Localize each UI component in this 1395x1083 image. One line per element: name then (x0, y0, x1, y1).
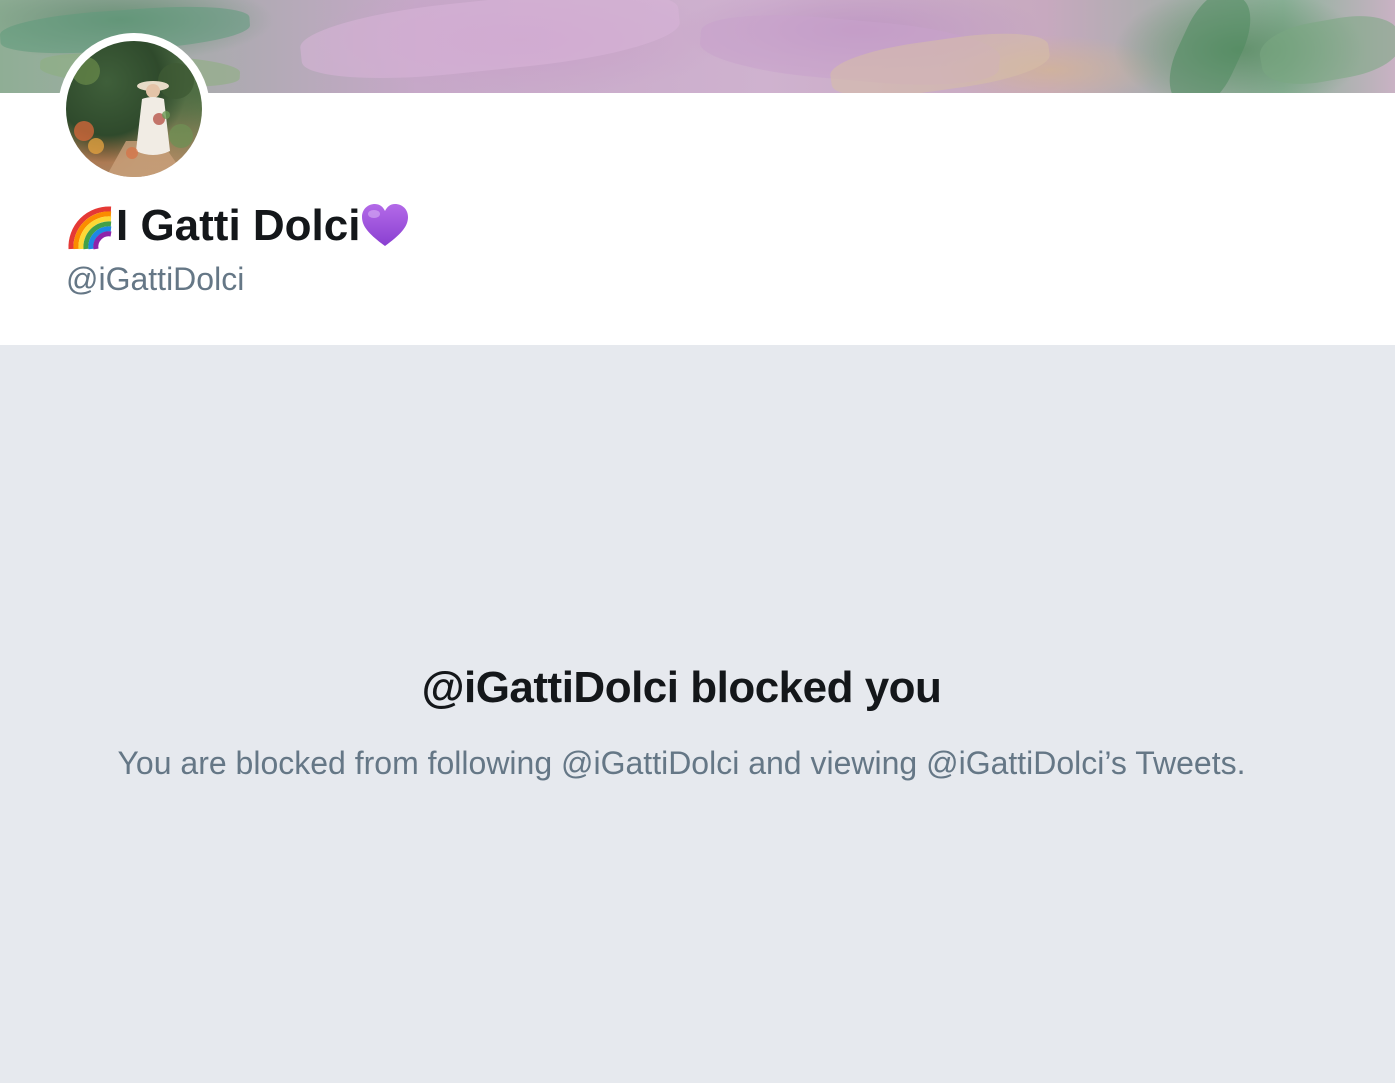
purple-heart-icon (360, 201, 410, 251)
avatar-painting (72, 57, 194, 177)
blocked-description: You are blocked from following @iGattiDo… (117, 745, 1246, 781)
avatar-image (66, 41, 202, 177)
header-banner-image[interactable] (0, 0, 1395, 93)
display-name-text: I Gatti Dolci (116, 201, 361, 250)
rainbow-icon (66, 201, 116, 251)
profile-display-name: I Gatti Dolci (66, 200, 410, 252)
banner-paint-stroke (1157, 0, 1263, 93)
avatar[interactable] (58, 33, 210, 185)
profile-handle: @iGattiDolci (66, 261, 245, 297)
blocked-title: @iGattiDolci blocked you (421, 663, 942, 712)
banner-paint-stroke (1255, 8, 1395, 92)
blocked-notice-panel: @iGattiDolci blocked you You are blocked… (0, 345, 1395, 1083)
banner-paint-stroke (297, 0, 683, 90)
